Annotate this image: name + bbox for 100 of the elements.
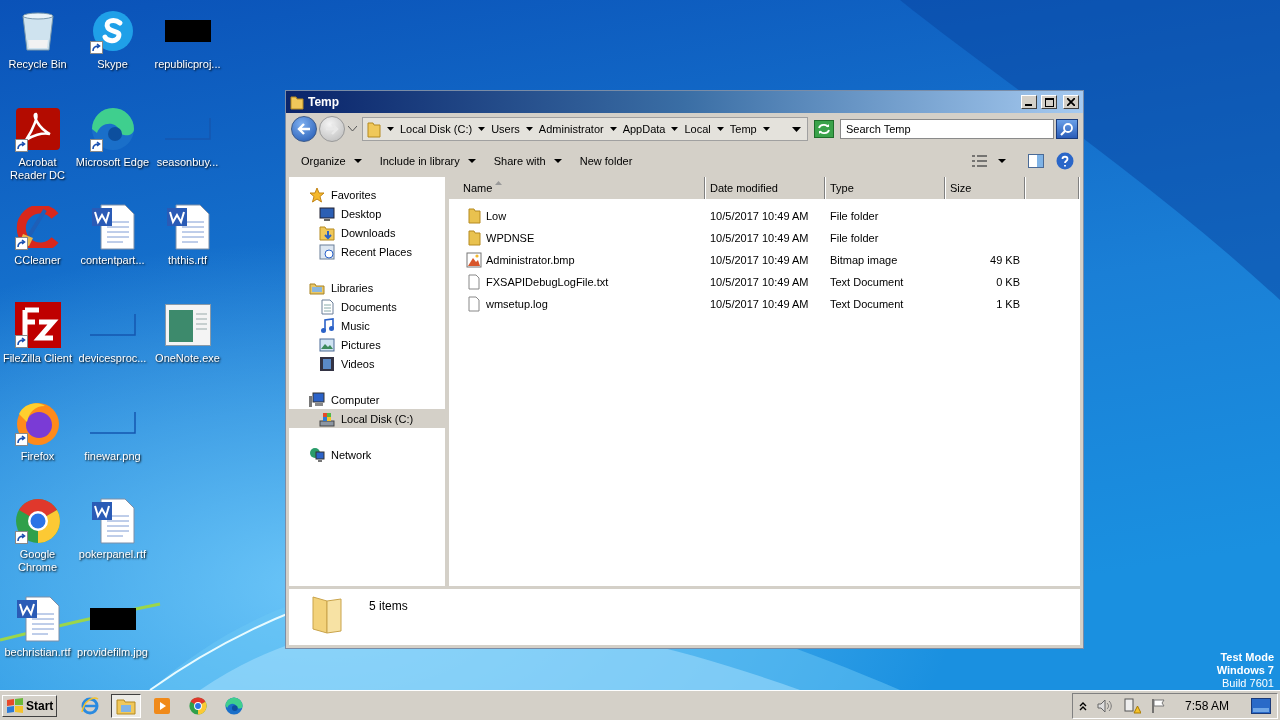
document-icon[interactable]: [15, 596, 60, 642]
icon-label[interactable]: Recycle Bin: [0, 58, 75, 71]
breadcrumb-item[interactable]: Users: [491, 123, 520, 135]
chrome-browser-icon[interactable]: [14, 498, 61, 544]
document-icon: [319, 298, 335, 315]
document-icon[interactable]: [90, 498, 135, 544]
caret-icon[interactable]: [762, 127, 770, 131]
file-name[interactable]: wmsetup.log: [486, 298, 548, 310]
refresh-button[interactable]: [814, 120, 834, 138]
icon-label[interactable]: ththis.rtf: [150, 254, 225, 267]
flag-icon[interactable]: [1150, 697, 1167, 714]
edge-browser-icon[interactable]: [90, 107, 135, 151]
nav-label: Libraries: [331, 281, 374, 294]
date-cell-text: 10/5/2017 10:49 AM: [709, 298, 810, 310]
caret-icon[interactable]: [478, 127, 486, 131]
icon-label[interactable]: Acrobat Reader DC: [0, 156, 75, 182]
start-button[interactable]: Start: [2, 694, 58, 717]
toolbar-button[interactable]: Organize: [293, 151, 370, 171]
nav-label: Local Disk (C:): [341, 412, 414, 425]
maximize-button[interactable]: [1041, 95, 1057, 109]
size-cell-text: 49 KB: [989, 254, 1020, 266]
taskbar-button[interactable]: [111, 693, 142, 718]
icon-label[interactable]: republicproj...: [150, 58, 225, 71]
view-options-icon[interactable]: [972, 155, 988, 167]
nav-item[interactable]: Favorites: [289, 185, 445, 204]
thumbnail-icon[interactable]: [164, 20, 211, 42]
search-button[interactable]: [1056, 119, 1078, 139]
show-desktop-icon[interactable]: [1251, 697, 1271, 714]
breadcrumb-item[interactable]: Local Disk (C:): [400, 123, 473, 135]
nav-item[interactable]: Recent Places: [289, 242, 445, 261]
help-icon[interactable]: [1056, 152, 1074, 170]
column-header[interactable]: Date modified: [706, 177, 826, 199]
firefox-icon[interactable]: [14, 400, 61, 446]
thumbnail-icon[interactable]: [89, 608, 136, 630]
nav-item[interactable]: Desktop: [289, 204, 445, 223]
icon-label[interactable]: CCleaner: [0, 254, 75, 267]
breadcrumb-item[interactable]: AppData: [622, 123, 666, 135]
nav-label: Pictures: [341, 338, 381, 351]
size-cell-text: 0 KB: [995, 276, 1020, 288]
column-header[interactable]: Name: [449, 177, 706, 199]
caret-icon[interactable]: [998, 159, 1006, 163]
file-name[interactable]: Administrator.bmp: [486, 254, 575, 266]
icon-label[interactable]: FileZilla Client: [0, 352, 75, 365]
date-cell-text: 10/5/2017 10:49 AM: [709, 232, 810, 244]
star-icon: [309, 186, 325, 203]
search-field[interactable]: Search Temp: [840, 119, 1054, 139]
back-button[interactable]: [291, 116, 317, 142]
ccleaner-icon[interactable]: [14, 206, 61, 248]
nav-item[interactable]: Pictures: [289, 335, 445, 354]
file-name[interactable]: Low: [486, 210, 507, 222]
show-hidden-icons-icon[interactable]: [1078, 700, 1087, 711]
document-icon[interactable]: [165, 204, 210, 250]
thumbnail-icon[interactable]: [89, 314, 136, 336]
minimize-button[interactable]: [1021, 95, 1037, 109]
nav-item[interactable]: Local Disk (C:): [289, 409, 445, 428]
file-name[interactable]: FXSAPIDebugLogFile.txt: [486, 276, 609, 288]
search-icon: [1060, 122, 1074, 136]
toolbar-button[interactable]: Share with: [485, 151, 570, 171]
nav-item[interactable]: Documents: [289, 297, 445, 316]
caret-icon[interactable]: [609, 127, 617, 131]
picture-icon: [319, 336, 335, 353]
caret-icon[interactable]: [387, 127, 394, 131]
document-icon[interactable]: [90, 204, 135, 250]
nav-label: Desktop: [341, 207, 382, 220]
nav-item[interactable]: Computer: [289, 390, 445, 409]
dropdown-icon[interactable]: [792, 126, 801, 132]
caret-icon[interactable]: [525, 127, 533, 131]
speaker-icon[interactable]: [1096, 698, 1113, 713]
caret-icon[interactable]: [671, 127, 679, 131]
toolbar-button[interactable]: Include in library: [371, 151, 484, 171]
network-warning-icon[interactable]: [1122, 697, 1141, 714]
nav-item[interactable]: Music: [289, 316, 445, 335]
nav-item[interactable]: Downloads: [289, 223, 445, 242]
column-header[interactable]: Type: [826, 177, 946, 199]
icon-label[interactable]: devicesproc...: [75, 352, 150, 365]
thumbnail-icon[interactable]: [89, 412, 136, 434]
icon-label[interactable]: contentpart...: [75, 254, 150, 267]
close-button[interactable]: [1063, 95, 1079, 109]
breadcrumb-item[interactable]: Temp: [729, 123, 757, 135]
window-thumbnail-icon[interactable]: [164, 304, 211, 346]
nav-item[interactable]: Network: [289, 445, 445, 464]
breadcrumb-item[interactable]: Administrator: [538, 123, 604, 135]
preview-pane-icon[interactable]: [1028, 154, 1044, 168]
nav-item[interactable]: Videos: [289, 354, 445, 373]
toolbar-button[interactable]: New folder: [571, 151, 641, 171]
icon-label[interactable]: Microsoft Edge: [75, 156, 150, 169]
close-icon: [1067, 98, 1075, 106]
file-name[interactable]: WPDNSE: [486, 232, 535, 244]
column-header[interactable]: Size: [946, 177, 1026, 199]
icon-label[interactable]: seasonbuy...: [150, 156, 225, 169]
address-bar[interactable]: Local Disk (C:) Users Administrator AppData Local Temp: [362, 117, 808, 141]
history-dropdown-icon[interactable]: [348, 126, 357, 132]
clock[interactable]: 7:58 AM: [1184, 698, 1229, 713]
breadcrumb-item[interactable]: Local: [684, 123, 711, 135]
icon-label[interactable]: Skype: [75, 58, 150, 71]
start-logo-icon: [6, 697, 24, 714]
caret-icon[interactable]: [716, 127, 724, 131]
skype-icon[interactable]: [91, 10, 134, 52]
nav-label: Downloads: [341, 226, 396, 239]
nav-item[interactable]: Libraries: [289, 278, 445, 297]
